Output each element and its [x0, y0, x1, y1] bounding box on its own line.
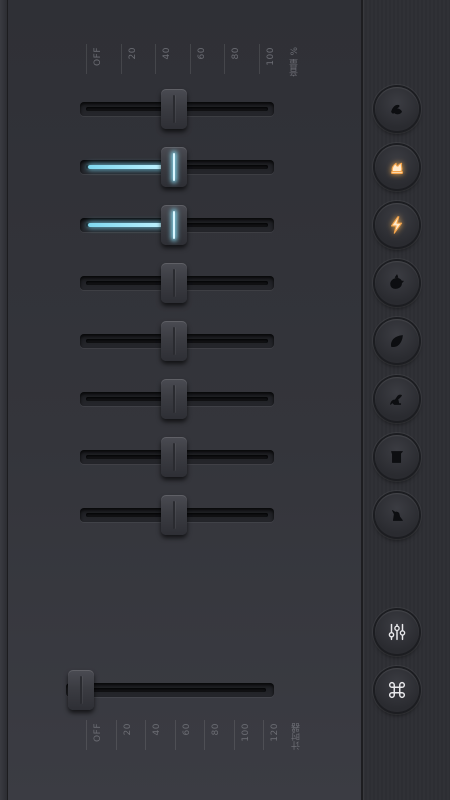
- slider-knob-river[interactable]: [161, 437, 187, 477]
- scale-label: 40: [152, 723, 162, 736]
- scale-label: 100: [265, 47, 276, 66]
- scale-tick: [224, 44, 225, 74]
- sound-button-leaf[interactable]: [375, 319, 419, 363]
- scale-label: OFF: [93, 47, 103, 66]
- scale-tick: [86, 720, 87, 750]
- slider-knob-thunder[interactable]: [161, 205, 187, 245]
- scale-label: OFF: [93, 723, 103, 742]
- slider-level-fill: [88, 165, 165, 169]
- scale-label: 100: [240, 723, 251, 742]
- scale-label: 80: [211, 723, 221, 736]
- slider-knob-cat[interactable]: [161, 495, 187, 535]
- volume-slider-wind[interactable]: [80, 89, 274, 129]
- scale-tick: [120, 44, 122, 74]
- bird-icon: [390, 274, 404, 289]
- scale-tick: [189, 44, 191, 74]
- scale-tick: [145, 720, 146, 750]
- timer-scale: OFF 20 40 60 80 100 120 计时器: [86, 720, 302, 760]
- left-edge-rail: [0, 0, 8, 800]
- mixer-button[interactable]: [375, 610, 419, 654]
- slider-knob-birds[interactable]: [161, 263, 187, 303]
- volume-slider-cat[interactable]: [80, 495, 274, 535]
- sound-button-river[interactable]: [375, 435, 419, 479]
- scale-tick: [115, 720, 117, 750]
- slider-knob-frog[interactable]: [161, 379, 187, 419]
- lightning-icon: [390, 216, 403, 234]
- scale-tick: [86, 44, 87, 74]
- sliders-icon: [388, 623, 406, 641]
- scale-tick: [233, 720, 235, 750]
- volume-slider-thunder[interactable]: [80, 205, 274, 245]
- wind-icon: [391, 104, 402, 115]
- scale-tick: [263, 720, 264, 750]
- slider-knob-wind[interactable]: [161, 89, 187, 129]
- scale-unit-label: 计时器: [292, 723, 302, 750]
- slider-knob-leaf[interactable]: [161, 321, 187, 361]
- timer-slider[interactable]: [66, 670, 274, 710]
- volume-slider-river[interactable]: [80, 437, 274, 477]
- sound-button-fire[interactable]: [375, 145, 419, 189]
- command-icon: [388, 681, 406, 699]
- scale-tick: [155, 44, 156, 74]
- sound-button-wind[interactable]: [375, 87, 419, 131]
- sound-button-thunder[interactable]: [375, 203, 419, 247]
- campfire-icon: [390, 162, 404, 174]
- volume-slider-birds[interactable]: [80, 263, 274, 303]
- slider-knob-fire[interactable]: [161, 147, 187, 187]
- scale-label: 20: [122, 723, 133, 736]
- leaf-icon: [391, 335, 403, 347]
- scale-label: 80: [231, 47, 241, 60]
- app-menu-button[interactable]: [375, 668, 419, 712]
- cat-icon: [392, 510, 403, 521]
- waterfall-icon: [391, 451, 403, 463]
- sound-button-cat[interactable]: [375, 493, 419, 537]
- scale-tick: [258, 44, 260, 74]
- scale-tick: [204, 720, 205, 750]
- scale-label: 20: [127, 47, 138, 60]
- volume-slider-frog[interactable]: [80, 379, 274, 419]
- timer-slider-knob[interactable]: [68, 670, 94, 710]
- slider-level-fill: [88, 223, 165, 227]
- frog-icon: [390, 394, 402, 405]
- scale-tick: [174, 720, 176, 750]
- sound-button-frog[interactable]: [375, 377, 419, 421]
- sound-button-birds[interactable]: [375, 261, 419, 305]
- scale-label: 60: [181, 723, 192, 736]
- scale-label: 40: [162, 47, 172, 60]
- volume-scale: OFF 20 40 60 80 100 音量 %: [86, 44, 300, 84]
- scale-label: 120: [270, 723, 280, 742]
- timer-slider-groove: [72, 688, 266, 692]
- scale-unit-label: 音量 %: [290, 47, 300, 77]
- scale-label: 60: [196, 47, 207, 60]
- volume-slider-fire[interactable]: [80, 147, 274, 187]
- volume-slider-leaf[interactable]: [80, 321, 274, 361]
